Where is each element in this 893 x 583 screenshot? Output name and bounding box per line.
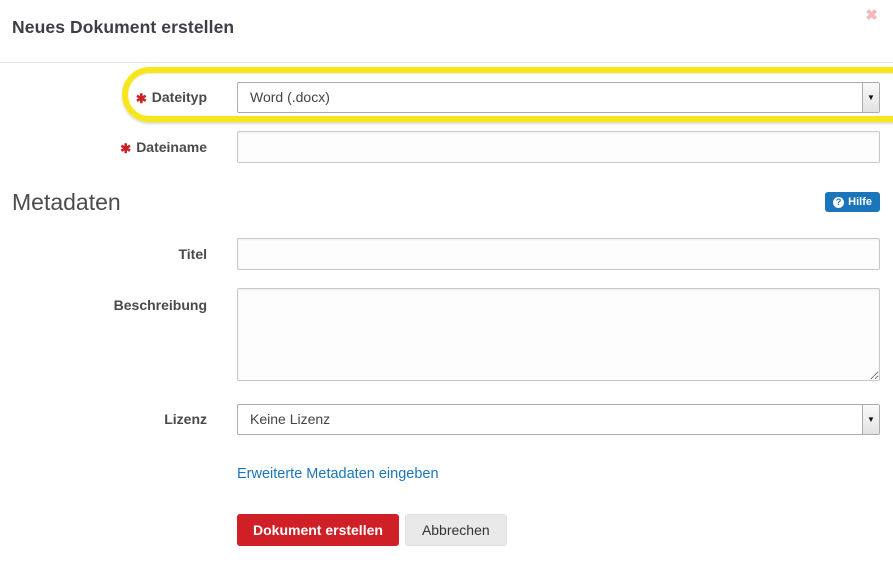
create-document-button[interactable]: Dokument erstellen bbox=[237, 514, 399, 546]
dateityp-label-text: Dateityp bbox=[152, 89, 207, 105]
required-asterisk-icon: ✱ bbox=[120, 141, 131, 156]
titel-row: Titel bbox=[0, 238, 893, 270]
question-mark-icon: ? bbox=[833, 197, 844, 208]
hilfe-button[interactable]: ? Hilfe bbox=[825, 192, 880, 212]
chevron-down-icon: ▼ bbox=[862, 83, 879, 112]
dialog-title: Neues Dokument erstellen bbox=[12, 17, 881, 38]
metadaten-heading: Metadaten bbox=[12, 189, 121, 216]
beschreibung-label: Beschreibung bbox=[0, 288, 207, 314]
lizenz-row: Lizenz Keine Lizenz ▼ bbox=[0, 404, 893, 435]
dialog-header: Neues Dokument erstellen ✖ bbox=[0, 0, 893, 63]
dateiname-label-text: Dateiname bbox=[136, 139, 207, 155]
lizenz-select-value: Keine Lizenz bbox=[238, 405, 862, 434]
lizenz-select[interactable]: Keine Lizenz ▼ bbox=[237, 404, 880, 435]
advanced-metadata-row: Erweiterte Metadaten eingeben bbox=[237, 465, 893, 483]
titel-label: Titel bbox=[0, 246, 207, 263]
cancel-button[interactable]: Abbrechen bbox=[405, 514, 507, 546]
hilfe-button-label: Hilfe bbox=[848, 196, 872, 208]
beschreibung-textarea[interactable] bbox=[237, 288, 880, 381]
titel-input[interactable] bbox=[237, 238, 880, 270]
dateityp-row: ✱ Dateityp Word (.docx) ▼ bbox=[0, 82, 893, 113]
metadaten-section-header: Metadaten ? Hilfe bbox=[0, 188, 893, 216]
dateityp-select[interactable]: Word (.docx) ▼ bbox=[237, 82, 880, 113]
close-icon[interactable]: ✖ bbox=[863, 6, 880, 25]
dateiname-row: ✱ Dateiname bbox=[0, 131, 893, 163]
lizenz-label: Lizenz bbox=[0, 411, 207, 428]
beschreibung-row: Beschreibung bbox=[0, 288, 893, 386]
required-asterisk-icon: ✱ bbox=[136, 91, 147, 106]
dateityp-select-value: Word (.docx) bbox=[238, 83, 862, 112]
dateiname-label: ✱ Dateiname bbox=[0, 139, 207, 156]
dateityp-label: ✱ Dateityp bbox=[0, 89, 207, 106]
new-document-dialog: Neues Dokument erstellen ✖ ✱ Dateityp Wor… bbox=[0, 0, 893, 583]
dialog-actions: Dokument erstellen Abbrechen bbox=[237, 514, 893, 546]
dialog-body: ✱ Dateityp Word (.docx) ▼ ✱ Dateiname Meta… bbox=[0, 63, 893, 546]
dateiname-input[interactable] bbox=[237, 131, 880, 163]
advanced-metadata-link[interactable]: Erweiterte Metadaten eingeben bbox=[237, 466, 439, 482]
chevron-down-icon: ▼ bbox=[862, 405, 879, 434]
